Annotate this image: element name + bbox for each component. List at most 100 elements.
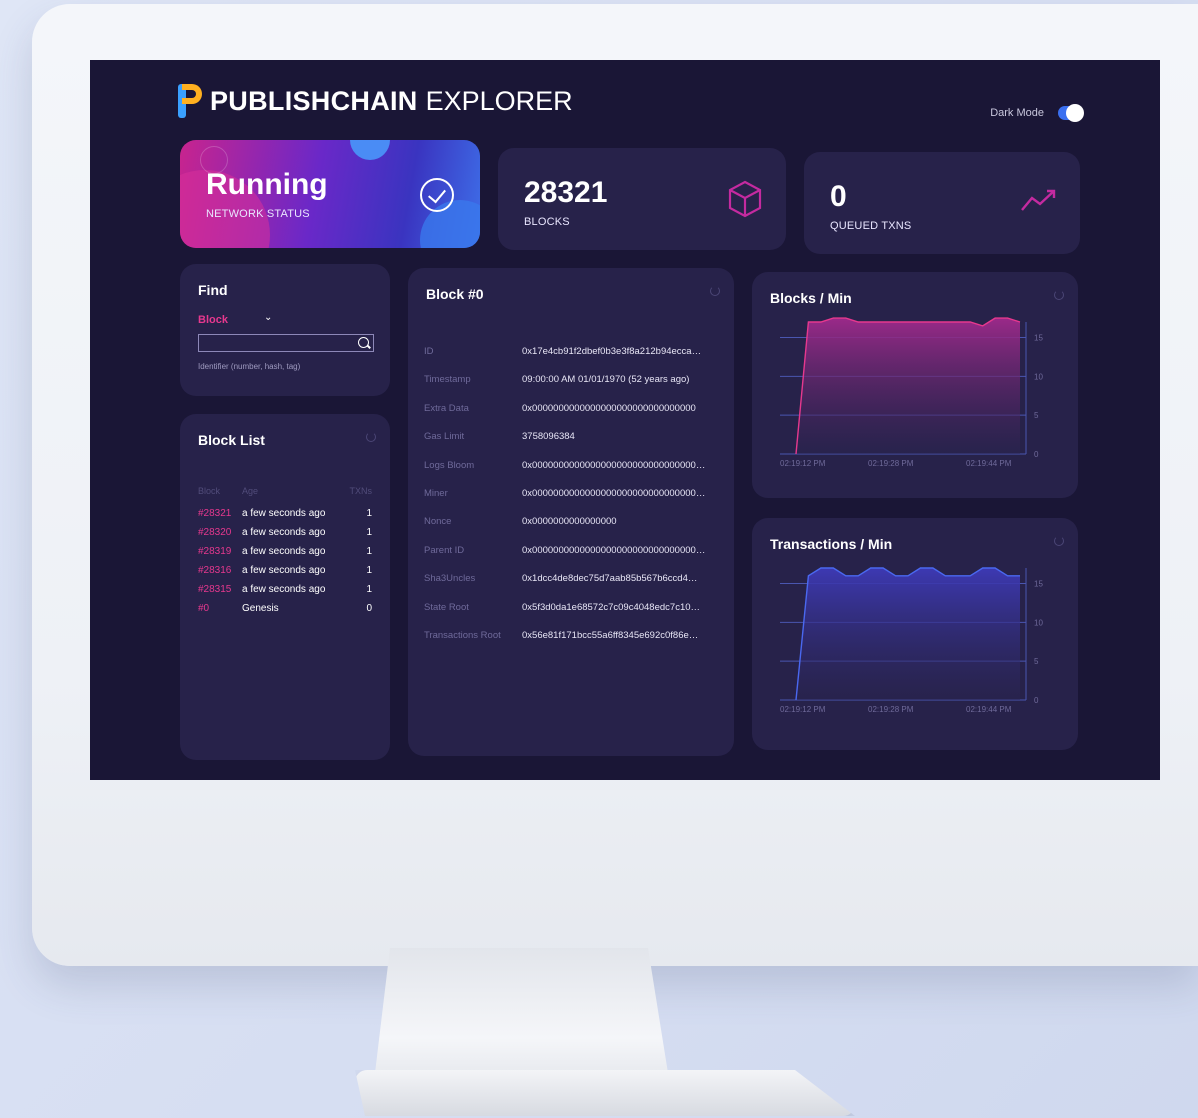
monitor-stand-base (355, 1070, 855, 1116)
detail-value: 0x0000000000000000000000000000000… (522, 544, 706, 556)
column-header-block: Block (198, 486, 221, 496)
x-tick-label: 02:19:12 PM (780, 705, 826, 714)
block-age: a few seconds ago (242, 527, 326, 538)
block-age: a few seconds ago (242, 584, 326, 595)
transactions-per-min-title: Transactions / Min (770, 536, 893, 552)
dark-mode-control: Dark Mode (990, 104, 1084, 122)
chevron-down-icon[interactable]: ⌄ (264, 312, 272, 323)
detail-key: Parent ID (424, 544, 465, 556)
queued-txns-label: QUEUED TXNS (830, 220, 912, 232)
trend-up-icon (1021, 189, 1056, 211)
detail-key: Logs Bloom (424, 459, 475, 471)
y-tick-label: 10 (1034, 618, 1043, 627)
dark-mode-toggle[interactable] (1058, 104, 1084, 122)
detail-key: State Root (424, 601, 469, 613)
queued-txns-count: 0 (830, 180, 847, 213)
block-age: a few seconds ago (242, 565, 326, 576)
y-tick-label: 0 (1034, 696, 1039, 705)
series-area (796, 318, 1020, 454)
detail-row: Sha3Uncles 0x1dcc4de8dec75d7aab85b567b6cc… (424, 573, 722, 601)
blocks-per-min-card: Blocks / Min 0 5 10 15 02:19:12 PM 02:19:28 P… (752, 272, 1078, 498)
block-txn-count: 1 (366, 527, 372, 538)
y-tick-label: 10 (1034, 372, 1043, 381)
network-status-label: NETWORK STATUS (206, 208, 310, 220)
queued-txns-card: 0 QUEUED TXNS (804, 152, 1080, 254)
brand[interactable]: PUBLISHCHAIN EXPLORER (178, 84, 573, 118)
refresh-icon[interactable] (366, 432, 376, 442)
table-row[interactable]: #0 Genesis 0 (198, 599, 372, 618)
block-number-link[interactable]: #28321 (198, 508, 242, 519)
table-row[interactable]: #28320 a few seconds ago 1 (198, 523, 372, 542)
block-txn-count: 1 (366, 508, 372, 519)
block-number-link[interactable]: #0 (198, 603, 242, 614)
x-tick-label: 02:19:28 PM (868, 705, 914, 714)
y-tick-label: 0 (1034, 450, 1039, 459)
detail-key: ID (424, 346, 434, 357)
find-title: Find (198, 282, 228, 298)
block-number-link[interactable]: #28316 (198, 565, 242, 576)
detail-value: 09:00:00 AM 01/01/1970 (52 years ago) (522, 374, 690, 386)
block-number-link[interactable]: #28320 (198, 527, 242, 538)
network-status-card: Running NETWORK STATUS (180, 140, 480, 248)
detail-row: State Root 0x5f3d0da1e68572c7c09c4048edc7… (424, 602, 722, 630)
x-tick-label: 02:19:28 PM (868, 459, 914, 468)
x-tick-label: 02:19:44 PM (966, 459, 1012, 468)
block-detail-rows: ID 0x17e4cb91f2dbef0b3e3f8a212b94ecca… Tim… (424, 346, 722, 658)
detail-row: ID 0x17e4cb91f2dbef0b3e3f8a212b94ecca… (424, 346, 722, 374)
detail-value: 0x5f3d0da1e68572c7c09c4048edc7c10… (522, 601, 701, 613)
detail-key: Timestamp (424, 374, 471, 386)
block-age: a few seconds ago (242, 508, 326, 519)
detail-value: 0x1dcc4de8dec75d7aab85b567b6ccd4… (522, 573, 698, 585)
detail-value: 0x0000000000000000 (522, 516, 617, 528)
blocks-stat-card: 28321 BLOCKS (498, 148, 786, 250)
search-icon[interactable] (358, 337, 369, 348)
block-list-header: Block Age TXNs (198, 486, 372, 496)
blocks-label: BLOCKS (524, 216, 570, 228)
find-hint: Identifier (number, hash, tag) (198, 362, 301, 371)
block-age: a few seconds ago (242, 546, 326, 557)
transactions-per-min-card: Transactions / Min 0 5 10 15 02:19:12 PM 02:1… (752, 518, 1078, 750)
detail-row: Nonce 0x0000000000000000 (424, 516, 722, 544)
cube-icon (728, 180, 762, 218)
block-number-link[interactable]: #28315 (198, 584, 242, 595)
check-circle-icon (420, 178, 454, 212)
find-search-input[interactable] (198, 334, 374, 352)
block-list-rows: #28321 a few seconds ago 1 #28320 a few seco… (198, 504, 372, 618)
table-row[interactable]: #28316 a few seconds ago 1 (198, 561, 372, 580)
refresh-icon[interactable] (1054, 536, 1064, 546)
detail-row: Miner 0x0000000000000000000000000000000… (424, 488, 722, 516)
brand-name: PUBLISHCHAIN (210, 85, 418, 116)
blocks-count: 28321 (524, 176, 608, 209)
find-type-select[interactable]: Block (198, 314, 228, 326)
detail-value: 3758096384 (522, 431, 575, 443)
detail-row: Gas Limit 3758096384 (424, 431, 722, 459)
detail-key: Extra Data (424, 402, 469, 414)
detail-value: 0x0000000000000000000000000000000… (522, 459, 706, 471)
x-tick-label: 02:19:12 PM (780, 459, 826, 468)
series-area (796, 568, 1020, 700)
table-row[interactable]: #28315 a few seconds ago 1 (198, 580, 372, 599)
detail-key: Nonce (424, 516, 452, 528)
table-row[interactable]: #28321 a few seconds ago 1 (198, 504, 372, 523)
table-row[interactable]: #28319 a few seconds ago 1 (198, 542, 372, 561)
block-txn-count: 1 (366, 584, 372, 595)
block-txn-count: 0 (366, 603, 372, 614)
detail-value: 0x0000000000000000000000000000000… (522, 487, 706, 499)
block-number-link[interactable]: #28319 (198, 546, 242, 557)
y-tick-label: 5 (1034, 657, 1039, 666)
detail-value: 0x56e81f171bcc55a6ff8345e692c0f86e… (522, 629, 699, 641)
find-card: Find Block ⌄ Identifier (number, hash, t… (180, 264, 390, 396)
detail-value: 0x0000000000000000000000000000000 (522, 402, 696, 414)
transactions-per-min-chart: 0 5 10 15 02:19:12 PM 02:19:28 PM 02:19:44 PM (780, 567, 1043, 714)
block-detail-title: Block #0 (426, 286, 484, 302)
block-txn-count: 1 (366, 546, 372, 557)
block-list-card: Block List Block Age TXNs #28321 a few se… (180, 414, 390, 760)
app-screen: PUBLISHCHAIN EXPLORER Dark Mode Running … (90, 60, 1160, 780)
refresh-icon[interactable] (1054, 290, 1064, 300)
blocks-per-min-title: Blocks / Min (770, 290, 852, 306)
x-tick-label: 02:19:44 PM (966, 705, 1012, 714)
block-age: Genesis (242, 603, 279, 614)
detail-key: Sha3Uncles (424, 573, 476, 585)
publishchain-logo-icon (178, 84, 202, 118)
refresh-icon[interactable] (710, 286, 720, 296)
